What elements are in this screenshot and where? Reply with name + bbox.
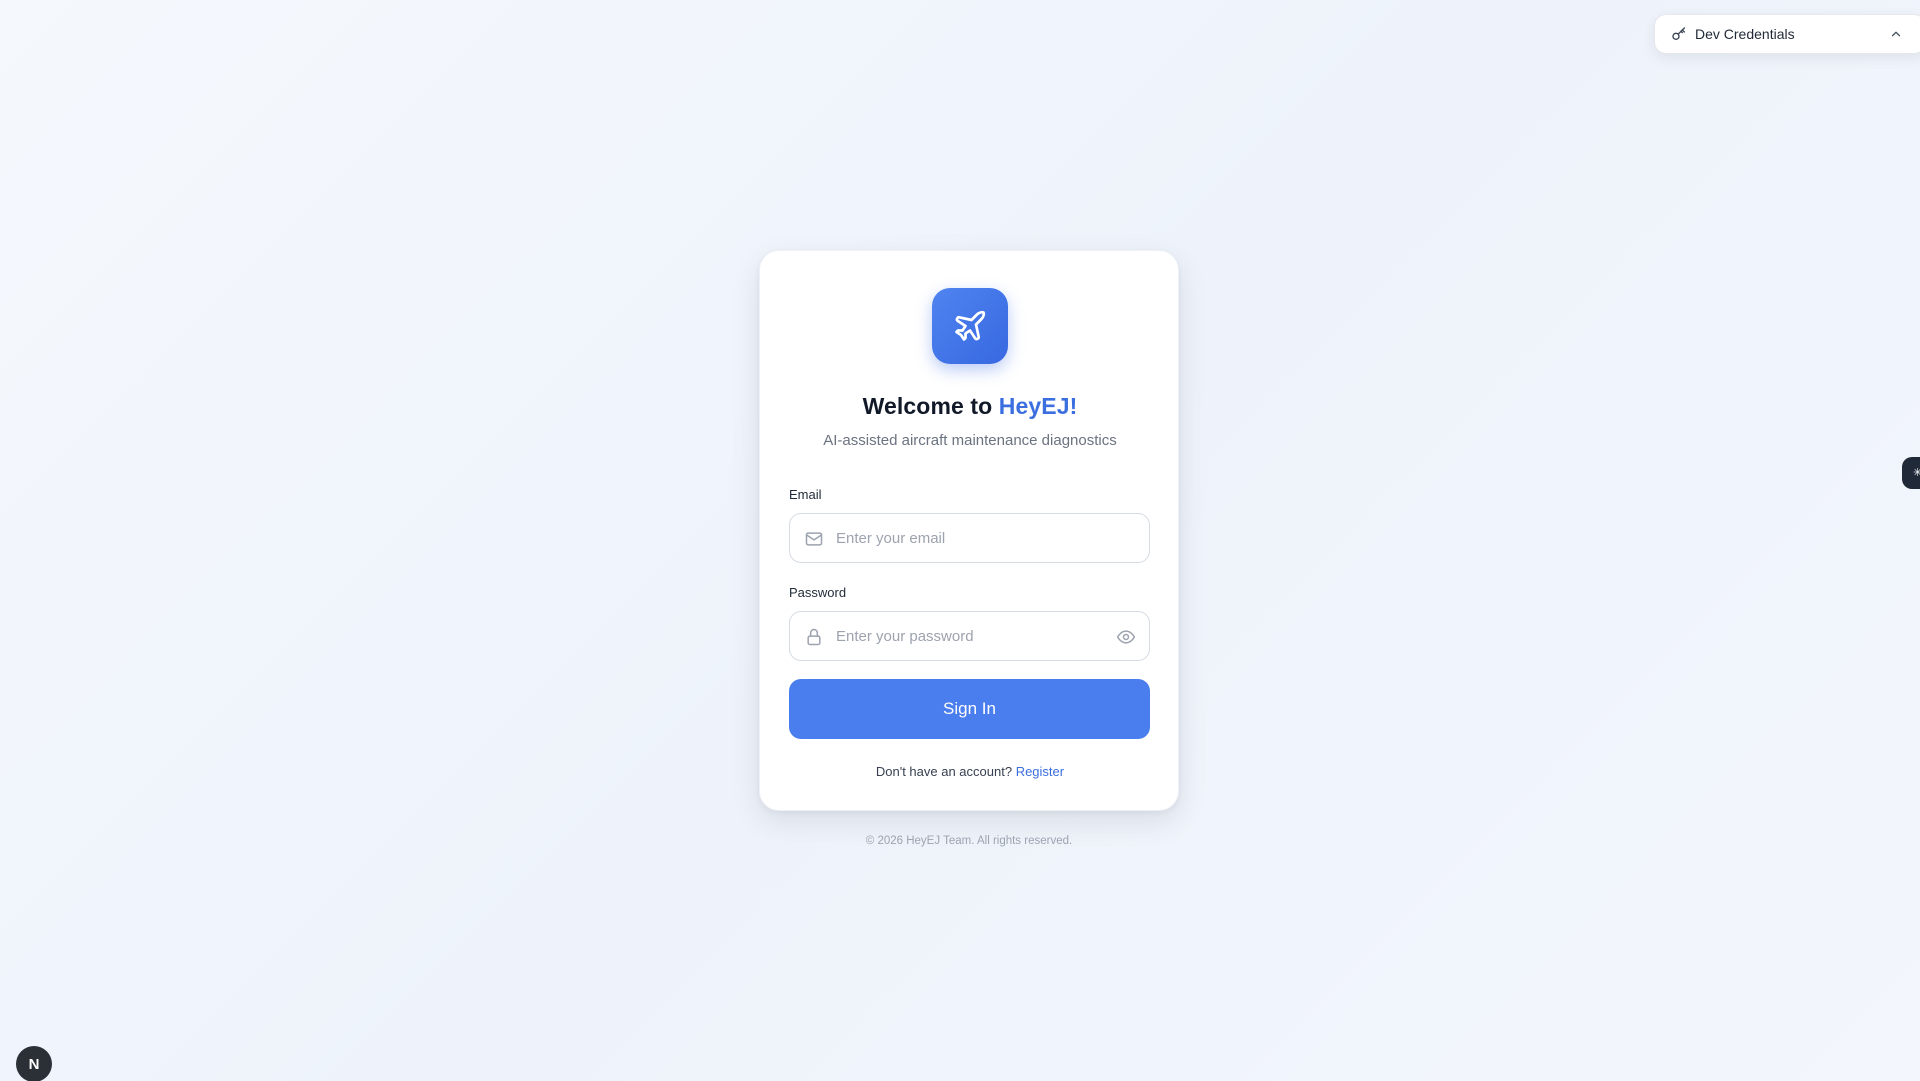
footer-copyright: © 2026 HeyEJ Team. All rights reserved.: [865, 835, 1073, 847]
lock-icon: [804, 627, 824, 647]
login-card: Welcome to HeyEJ! AI-assisted aircraft m…: [759, 250, 1179, 811]
email-label: Email: [789, 487, 822, 502]
side-panel-tab[interactable]: ✳: [1902, 457, 1920, 489]
password-field-wrapper: [789, 611, 1150, 661]
page-subtitle: AI-assisted aircraft maintenance diagnos…: [823, 432, 1117, 449]
sign-in-button[interactable]: Sign In: [789, 679, 1150, 739]
page-title: Welcome to HeyEJ!: [760, 393, 1180, 420]
register-link[interactable]: Register: [1016, 764, 1064, 779]
dev-credentials-label: Dev Credentials: [1695, 26, 1795, 42]
eye-icon[interactable]: [1116, 627, 1136, 647]
dev-credentials-toggle[interactable]: Dev Credentials: [1654, 14, 1920, 54]
password-input[interactable]: [790, 612, 1149, 660]
key-icon: [1671, 26, 1687, 42]
no-account-text: Don't have an account?: [875, 764, 1016, 779]
mail-icon: [804, 529, 824, 549]
title-prefix: Welcome to: [862, 393, 999, 419]
airplane-icon: [932, 288, 1008, 364]
sparkle-icon: ✳: [1913, 466, 1920, 479]
password-label: Password: [789, 585, 847, 600]
next-dev-indicator[interactable]: N: [16, 1046, 52, 1081]
register-prompt: Don't have an account? Register: [760, 764, 1180, 779]
next-logo-icon: N: [28, 1055, 40, 1073]
email-input[interactable]: [790, 514, 1149, 562]
email-field-wrapper: [789, 513, 1150, 563]
chevron-up-icon[interactable]: [1889, 27, 1903, 41]
login-page: Dev Credentials ✳ Welcome to HeyEJ! AI-a…: [0, 0, 1920, 1081]
title-brand: HeyEJ!: [998, 393, 1078, 419]
